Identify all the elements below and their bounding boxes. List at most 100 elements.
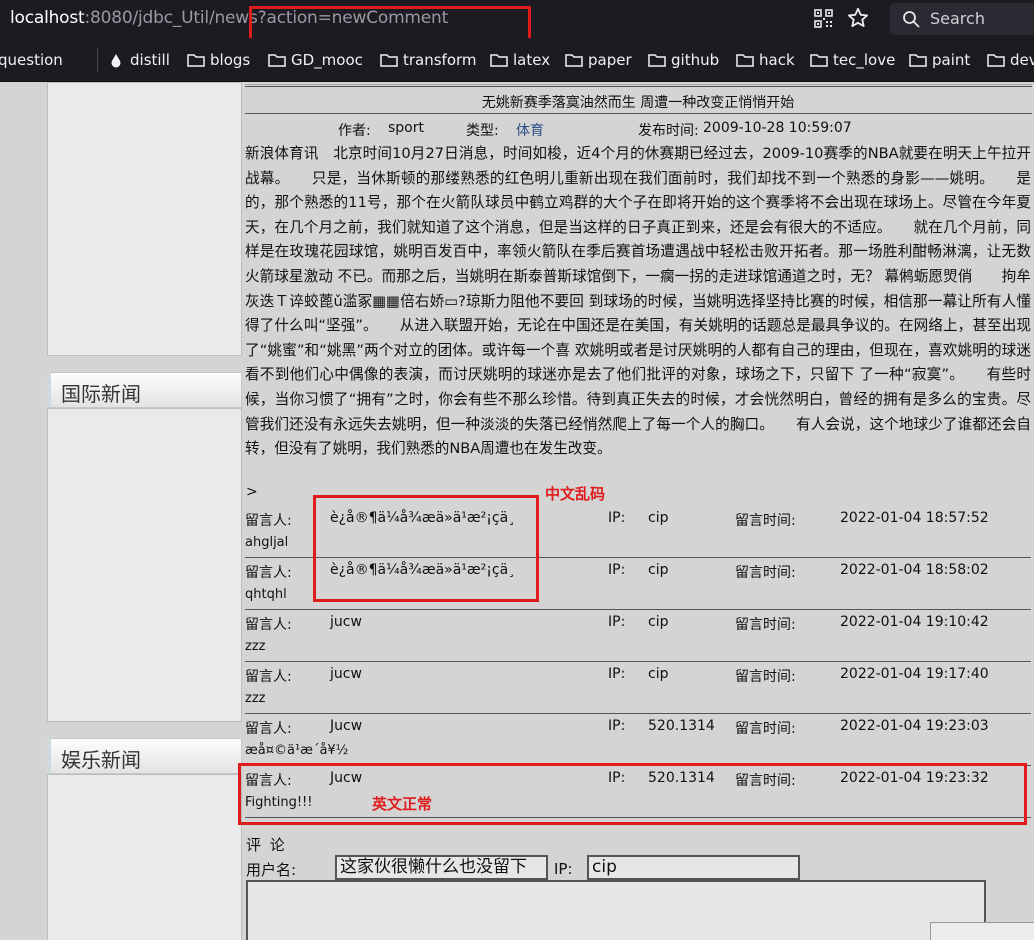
url-host: localhost [10,8,85,28]
username-label: 用户名: [246,861,297,879]
divider [245,113,1032,114]
ip-input[interactable]: cip [587,855,800,880]
search-box[interactable]: Search [890,3,1034,35]
folder-icon [490,54,508,67]
bookmark-label: github [671,51,720,69]
comment-text: zzz [245,639,266,654]
comment-ip-label: IP: [608,718,626,734]
folder-icon [565,54,583,67]
search-icon [903,11,920,28]
qr-code-icon[interactable] [814,9,833,28]
folder-icon [268,54,286,67]
comment-ip: cip [648,562,669,578]
type-label: 类型: [466,123,499,139]
bookmark-tec-love[interactable]: tec_love [810,51,895,69]
bookmark-label: paper [588,51,632,69]
bookmark-paper[interactable]: paper [565,51,632,69]
type-value[interactable]: 体育 [516,120,544,140]
comment-ip-label: IP: [608,614,626,630]
bookmark-label: paint [932,51,971,69]
comment-ip: 520.1314 [648,718,715,734]
folder-icon [380,54,398,67]
garbled-highlight-box [313,495,539,602]
comment-form-title: 评 论 [246,836,287,854]
sidebar: 国际新闻 娱乐新闻 [47,82,242,940]
bookmarks-bar: question distill blogs GD_mooc transform… [0,38,1034,82]
folder-icon [648,54,666,67]
sidebar-title-label: 娱乐新闻 [61,748,141,772]
comment-ip: cip [648,666,669,682]
author-label: 作者: [338,123,371,139]
sidebar-title-entertainment[interactable]: 娱乐新闻 [47,738,242,774]
bookmark-label: tec_love [833,51,896,69]
bookmark-paint[interactable]: paint [909,51,970,69]
folder-icon [736,54,754,67]
sidebar-title-label: 国际新闻 [61,382,141,406]
comment-ip-label: IP: [608,562,626,578]
comment-time: 2022-01-04 18:58:02 [840,562,989,578]
comment-ip-label: IP: [608,510,626,526]
bookmark-label: transform [403,51,477,69]
drop-icon [111,53,121,67]
publish-time-label: 发布时间: [638,123,699,139]
comment-row: 留言人: jucw IP: cip 留言时间: 2022-01-04 19:10… [245,610,1031,662]
comment-author-label: 留言人: [245,513,292,529]
garbled-annotation-label: 中文乱码 [545,485,606,503]
english-highlight-box [238,763,1027,825]
comment-ip-label: IP: [608,666,626,682]
comment-text: ahgljal [245,535,289,550]
bookmark-dev[interactable]: dev [987,51,1034,69]
comment-text: æå¤©ä¹æ´å¥½ [245,743,349,758]
comment-row: 留言人: Jucw IP: 520.1314 留言时间: 2022-01-04 … [245,714,1031,766]
comment-author-label: 留言人: [245,565,292,581]
bookmark-transform[interactable]: transform [380,51,477,69]
comments-marker: > [246,484,258,500]
bookmark-latex[interactable]: latex [490,51,550,69]
bookmark-label: GD_mooc [291,51,363,69]
bookmark-label: question [0,51,63,69]
comment-time-label: 留言时间: [735,669,796,685]
comment-ip: cip [648,510,669,526]
bookmark-label: hack [759,51,795,69]
bookmark-question[interactable]: question [0,51,63,69]
bookmark-distill[interactable]: distill [110,51,170,69]
comment-ip: cip [648,614,669,630]
bookmark-hack[interactable]: hack [736,51,795,69]
bookmark-star-icon[interactable] [846,6,870,30]
comment-author-label: 留言人: [245,669,292,685]
ip-label: IP: [554,860,573,878]
bookmark-gd-mooc[interactable]: GD_mooc [268,51,363,69]
comment-row: 留言人: jucw IP: cip 留言时间: 2022-01-04 19:17… [245,662,1031,714]
folder-icon [810,54,828,67]
bookmark-github[interactable]: github [648,51,719,69]
sidebar-title-international[interactable]: 国际新闻 [47,372,242,408]
publish-time-value: 2009-10-28 10:59:07 [703,120,852,136]
comment-time-label: 留言时间: [735,565,796,581]
bookmark-blogs[interactable]: blogs [187,51,250,69]
sidebar-panel [47,408,242,722]
english-annotation-label: 英文正常 [372,795,433,813]
comment-author-label: 留言人: [245,721,292,737]
folder-icon [987,54,1005,67]
comment-time-label: 留言时间: [735,513,796,529]
username-input[interactable]: 这家伙很懒什么也没留下 [335,855,548,880]
sidebar-panel [47,774,242,940]
comment-textarea[interactable] [246,880,986,940]
bookmark-label: distill [130,51,170,69]
comment-author-label: 留言人: [245,617,292,633]
search-label: Search [930,9,985,28]
news-content: 新浪体育讯 北京时间10月27日消息，时间如梭，近4个月的休赛期已经过去，200… [245,145,1031,458]
bookmark-label: blogs [210,51,251,69]
comment-author: jucw [330,614,362,630]
bookmark-separator [97,48,98,72]
folder-icon [909,54,927,67]
comment-time: 2022-01-04 19:10:42 [840,614,989,630]
folder-icon [187,54,205,67]
comment-text: qhtqhl [245,587,287,602]
comment-time-label: 留言时间: [735,617,796,633]
comment-text: zzz [245,691,266,706]
scroll-corner [930,922,1034,940]
comment-time-label: 留言时间: [735,721,796,737]
comment-time: 2022-01-04 19:23:03 [840,718,989,734]
comment-author: Jucw [330,718,363,734]
